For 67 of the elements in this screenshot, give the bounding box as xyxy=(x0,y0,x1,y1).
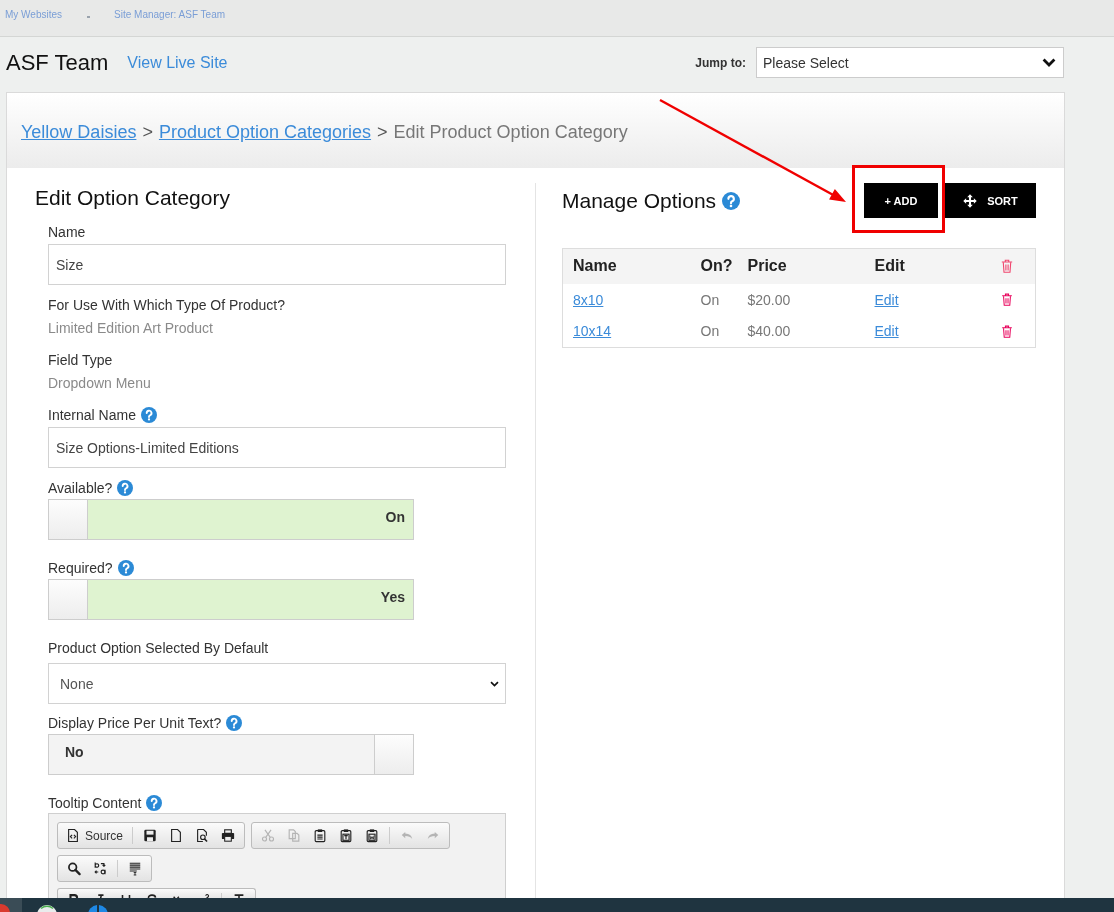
field-label: Available? xyxy=(48,480,113,496)
field-label: Internal Name xyxy=(48,407,136,423)
help-icon[interactable] xyxy=(226,715,243,731)
bold-icon[interactable] xyxy=(67,893,81,898)
site-title: ASF Team xyxy=(6,49,109,76)
field-value: Limited Edition Art Product xyxy=(48,319,214,338)
dropdown[interactable]: None xyxy=(48,663,506,704)
add-button[interactable]: + ADD xyxy=(864,183,938,218)
toggle-switch[interactable]: No xyxy=(48,734,414,775)
move-icon xyxy=(963,193,978,208)
trash-icon[interactable] xyxy=(1000,324,1013,338)
search-icon[interactable] xyxy=(67,861,81,876)
text-input[interactable]: Size Options-Limited Editions xyxy=(48,427,506,468)
column-header: On? xyxy=(690,248,738,284)
field-label: Required? xyxy=(48,560,113,576)
help-icon[interactable] xyxy=(117,560,134,576)
toggle-switch[interactable]: Yes xyxy=(48,579,414,620)
option-name-link[interactable]: 8x10 xyxy=(573,291,604,308)
section-title: Edit Option Category xyxy=(35,185,231,211)
source-button[interactable]: Source xyxy=(61,825,129,846)
text-input[interactable]: Size xyxy=(48,244,506,285)
separator-icon xyxy=(87,15,91,18)
printer-icon[interactable] xyxy=(221,828,236,843)
table-cell: $40.00 xyxy=(737,315,865,348)
column-header: Name xyxy=(562,248,691,284)
trash-icon[interactable] xyxy=(1000,293,1013,306)
field-label: Jump to: xyxy=(695,55,746,70)
field-label: Name xyxy=(48,224,86,240)
clear-format-icon[interactable] xyxy=(232,893,246,898)
help-icon[interactable] xyxy=(117,480,134,496)
blank-page-icon[interactable] xyxy=(169,828,184,843)
strike-icon[interactable] xyxy=(145,893,159,898)
field-value: Dropdown Menu xyxy=(48,374,152,393)
section-title: Manage Options xyxy=(562,187,717,214)
field-label: Tooltip Content xyxy=(48,795,142,811)
breadcrumb-current: Edit Product Option Category xyxy=(393,122,628,143)
toggle-switch[interactable]: On xyxy=(48,499,414,540)
trash-icon[interactable] xyxy=(1000,259,1013,274)
edit-link[interactable]: Edit xyxy=(874,323,899,340)
help-icon[interactable] xyxy=(146,795,163,811)
field-label: Display Price Per Unit Text? xyxy=(48,715,222,731)
chevron-down-icon xyxy=(490,680,499,687)
app-icon[interactable] xyxy=(37,905,57,912)
jump-to-select[interactable]: Please Select xyxy=(756,47,1064,78)
code-file-icon xyxy=(66,828,80,843)
sort-button[interactable]: SORT xyxy=(945,183,1036,218)
field-label: For Use With Which Type Of Product? xyxy=(48,297,286,313)
select-all-icon[interactable] xyxy=(128,861,142,876)
table-cell: On xyxy=(690,315,738,348)
column-header: Price xyxy=(737,248,865,284)
table-cell: $20.00 xyxy=(737,283,865,316)
clipboard-text-icon[interactable] xyxy=(339,828,354,843)
edit-link[interactable]: Edit xyxy=(874,291,899,308)
chevron-down-icon xyxy=(1042,58,1056,67)
column-header: Edit xyxy=(864,248,991,284)
help-icon[interactable] xyxy=(722,191,741,210)
table-cell: On xyxy=(690,283,738,316)
breadcrumb-separator: > xyxy=(377,122,388,143)
clipboard-icon[interactable] xyxy=(313,828,328,843)
page-magnifier-icon[interactable] xyxy=(195,828,210,843)
replace-icon[interactable] xyxy=(93,861,107,876)
clipboard-w-icon[interactable] xyxy=(365,828,380,843)
field-label: Product Option Selected By Default xyxy=(48,640,269,656)
field-label: Field Type xyxy=(48,352,113,368)
help-icon[interactable] xyxy=(140,407,157,423)
option-name-link[interactable]: 10x14 xyxy=(573,323,612,340)
breadcrumb-separator: > xyxy=(142,122,153,143)
